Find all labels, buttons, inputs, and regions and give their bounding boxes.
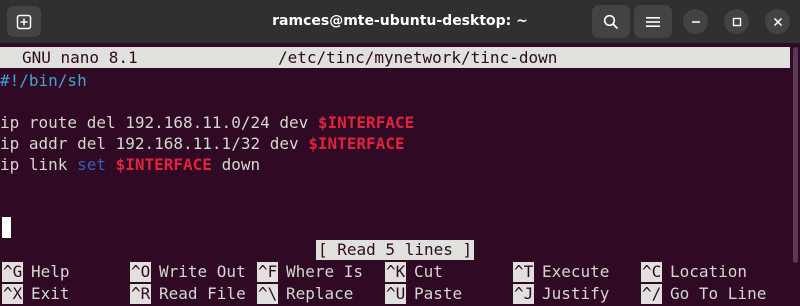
search-icon: [603, 14, 619, 29]
shortcut-key[interactable]: ^U: [385, 284, 407, 304]
shortcut-label: Exit: [31, 284, 70, 303]
close-icon: [773, 17, 782, 26]
shortcut-label: Replace: [286, 284, 354, 303]
scrollbar[interactable]: [793, 47, 798, 263]
code-token: $INTERFACE: [317, 113, 415, 132]
shortcut-key[interactable]: ^/: [641, 284, 663, 304]
maximize-icon: [732, 17, 741, 26]
shortcut-key[interactable]: ^G: [2, 262, 24, 282]
minimize-icon: [691, 20, 700, 23]
shortcut-key[interactable]: ^\: [257, 284, 279, 304]
code-token: down: [211, 155, 261, 174]
text-cursor: [2, 217, 11, 238]
window-title: ramces@mte-ubuntu-desktop: ~: [272, 13, 528, 29]
code-token: $INTERFACE: [115, 155, 212, 174]
terminal-window: ramces@mte-ubuntu-desktop: ~ GNU nano 8.…: [0, 0, 800, 306]
maximize-button[interactable]: [724, 9, 749, 34]
nano-version: GNU nano 8.1: [22, 48, 138, 67]
title-bar[interactable]: ramces@mte-ubuntu-desktop: ~: [0, 0, 800, 43]
shortcut-label: Go To Line: [670, 284, 767, 303]
code-token: #!/bin/sh: [0, 71, 87, 90]
shortcut-key[interactable]: ^J: [513, 284, 535, 304]
file-name: /etc/tinc/mynetwork/tinc-down: [278, 48, 558, 67]
shortcut-key[interactable]: ^K: [385, 262, 407, 282]
code-token: ip route del 192.168.11.0/24 dev: [0, 113, 318, 132]
shortcut-label: Write Out: [159, 262, 246, 281]
terminal-area[interactable]: GNU nano 8.1 /etc/tinc/mynetwork/tinc-do…: [0, 43, 800, 306]
shortcut-key[interactable]: ^R: [130, 284, 152, 304]
shortcut-label: Where Is: [286, 262, 364, 281]
minimize-button[interactable]: [683, 9, 708, 34]
status-message: [ Read 5 lines ]: [316, 240, 475, 260]
search-button[interactable]: [592, 5, 630, 38]
editor-line[interactable]: ip route del 192.168.11.0/24 dev $INTERF…: [0, 112, 414, 133]
editor-line[interactable]: #!/bin/sh: [0, 70, 87, 91]
menu-button[interactable]: [634, 5, 672, 38]
code-token: ip link: [0, 155, 78, 174]
shortcut-key[interactable]: ^X: [2, 284, 24, 304]
close-button[interactable]: [765, 9, 790, 34]
editor-line[interactable]: ip link set $INTERFACE down: [0, 154, 260, 175]
hamburger-icon: [646, 16, 660, 27]
shortcut-key[interactable]: ^F: [257, 262, 279, 282]
shortcut-label: Read File: [159, 284, 246, 303]
shortcut-label: Cut: [414, 262, 443, 281]
shortcut-label: Execute: [542, 262, 610, 281]
code-token: $INTERFACE: [308, 134, 405, 153]
shortcut-key[interactable]: ^C: [641, 262, 663, 282]
shortcut-key[interactable]: ^T: [513, 262, 535, 282]
shortcut-label: Justify: [542, 284, 610, 303]
shortcut-label: Paste: [414, 284, 463, 303]
shortcut-label: Help: [31, 262, 70, 281]
nano-header: GNU nano 8.1 /etc/tinc/mynetwork/tinc-do…: [0, 47, 790, 68]
code-token: set: [77, 155, 106, 174]
code-token: ip addr del 192.168.11.1/32 dev: [0, 134, 309, 153]
editor-line[interactable]: ip addr del 192.168.11.1/32 dev $INTERFA…: [0, 133, 405, 154]
shortcut-label: Location: [670, 262, 748, 281]
shortcut-key[interactable]: ^O: [130, 262, 152, 282]
